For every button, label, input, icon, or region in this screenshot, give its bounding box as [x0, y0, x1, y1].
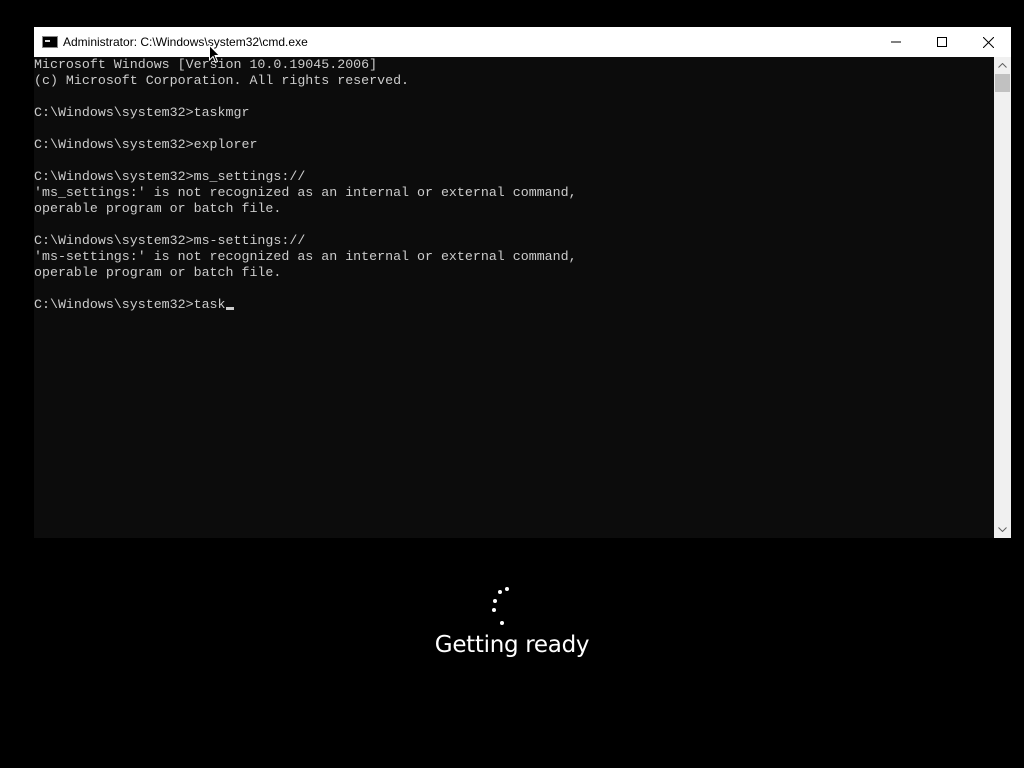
cmd-window: Administrator: C:\Windows\system32\cmd.e…: [34, 27, 1011, 538]
caption-buttons: [873, 27, 1011, 57]
scroll-up-button[interactable]: [994, 57, 1011, 74]
console-output[interactable]: Microsoft Windows [Version 10.0.19045.20…: [34, 57, 994, 538]
title-bar[interactable]: Administrator: C:\Windows\system32\cmd.e…: [34, 27, 1011, 57]
console-line: C:\Windows\system32>explorer: [34, 137, 258, 152]
cmd-icon: [42, 36, 58, 48]
console-line: C:\Windows\system32>ms_settings://: [34, 169, 306, 184]
maximize-icon: [937, 37, 947, 47]
minimize-button[interactable]: [873, 27, 919, 57]
text-cursor: [225, 307, 234, 310]
console-line: 'ms_settings:' is not recognized as an i…: [34, 185, 577, 200]
scroll-up-icon: [998, 63, 1007, 68]
scroll-down-button[interactable]: [994, 521, 1011, 538]
command-input[interactable]: C:\Windows\system32>task: [34, 297, 226, 312]
close-icon: [982, 36, 994, 48]
command-input-line[interactable]: C:\Windows\system32>task: [34, 297, 994, 313]
console-line: operable program or batch file.: [34, 201, 282, 216]
console-line: C:\Windows\system32>ms-settings://: [34, 233, 306, 248]
scroll-down-icon: [998, 527, 1007, 532]
window-title: Administrator: C:\Windows\system32\cmd.e…: [63, 35, 308, 49]
mouse-cursor-icon: [209, 45, 221, 64]
vertical-scrollbar[interactable]: [994, 57, 1011, 538]
console-line: (c) Microsoft Corporation. All rights re…: [34, 73, 410, 88]
console-line: operable program or batch file.: [34, 265, 282, 280]
close-button[interactable]: [965, 27, 1011, 57]
console-line: Microsoft Windows [Version 10.0.19045.20…: [34, 57, 378, 72]
status-text: Getting ready: [434, 632, 590, 658]
scroll-thumb[interactable]: [995, 74, 1010, 92]
console-line: C:\Windows\system32>taskmgr: [34, 105, 250, 120]
maximize-button[interactable]: [919, 27, 965, 57]
minimize-icon: [891, 41, 901, 43]
loading-spinner-icon: [492, 587, 509, 625]
console-line: 'ms-settings:' is not recognized as an i…: [34, 249, 577, 264]
